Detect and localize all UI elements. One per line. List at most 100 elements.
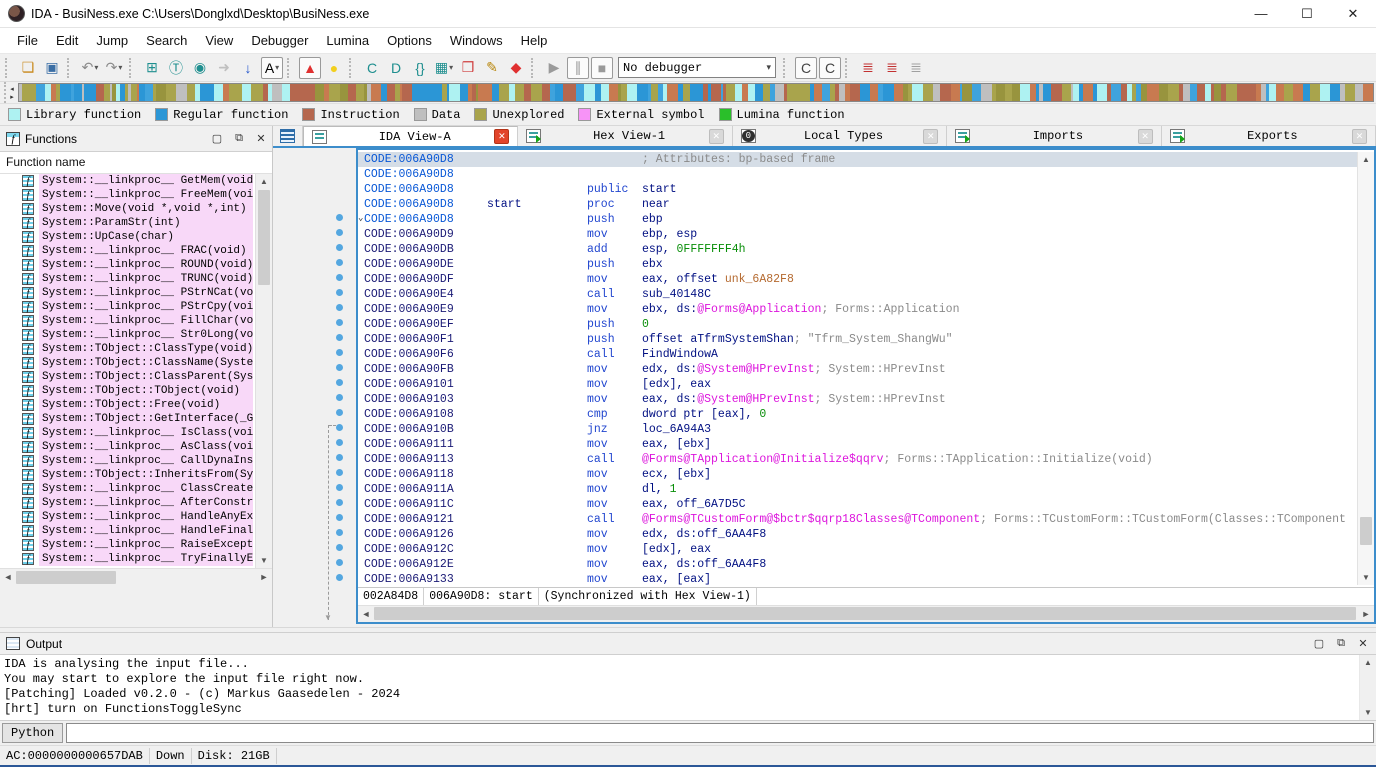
scroll-right-icon[interactable]: ► bbox=[256, 572, 272, 582]
toolbar-grip[interactable] bbox=[783, 58, 789, 78]
disasm-line[interactable]: CODE:006A90DEpushebx bbox=[358, 257, 1374, 272]
disasm-line[interactable]: ⌄CODE:006A90D8pushebp bbox=[358, 212, 1374, 227]
function-list-item[interactable]: fSystem::__linkproc__ FRAC(void) bbox=[0, 244, 272, 258]
tab-close-icon[interactable]: ✕ bbox=[494, 129, 509, 144]
instruction-dot[interactable] bbox=[336, 544, 343, 551]
menu-lumina[interactable]: Lumina bbox=[317, 29, 378, 52]
maximize-button[interactable]: ☐ bbox=[1284, 0, 1330, 27]
instruction-dot[interactable] bbox=[336, 454, 343, 461]
toolbar-grip[interactable] bbox=[67, 58, 73, 78]
function-list-item[interactable]: fSystem::__linkproc__ HandleAnyExcep bbox=[0, 510, 272, 524]
instruction-dot[interactable] bbox=[336, 439, 343, 446]
tab-close-icon[interactable]: ✕ bbox=[1352, 129, 1367, 144]
toolbar-grip[interactable] bbox=[5, 58, 11, 78]
function-list-item[interactable]: fSystem::TObject::ClassParent(System bbox=[0, 370, 272, 384]
close-button[interactable]: ✕ bbox=[1330, 0, 1376, 27]
text-format-button[interactable]: A▾ bbox=[261, 57, 283, 79]
scroll-left-icon[interactable]: ◄ bbox=[358, 609, 374, 619]
disasm-line[interactable]: CODE:006A90F6callFindWindowA bbox=[358, 347, 1374, 362]
instruction-dot[interactable] bbox=[336, 244, 343, 251]
function-list-item[interactable]: fSystem::UpCase(char) bbox=[0, 230, 272, 244]
functions-float-icon[interactable]: ⧉ bbox=[232, 132, 246, 145]
toolbar-grip[interactable] bbox=[531, 58, 537, 78]
functions-horizontal-scrollbar[interactable]: ◄ ► bbox=[0, 568, 272, 585]
disasm-line[interactable]: CODE:006A90D8startprocnear bbox=[358, 197, 1374, 212]
instruction-dot[interactable] bbox=[336, 349, 343, 356]
views-list-button[interactable] bbox=[273, 126, 303, 146]
disassembly-horizontal-scrollbar[interactable]: ◄ ► bbox=[358, 605, 1374, 622]
scroll-up-icon[interactable]: ▲ bbox=[1358, 152, 1374, 167]
tab-hex-view-1[interactable]: Hex View-1✕ bbox=[518, 126, 732, 146]
edit-pencil-icon[interactable]: ✎ bbox=[481, 57, 503, 79]
step-into-icon[interactable]: C bbox=[795, 57, 817, 79]
function-list-item[interactable]: fSystem::__linkproc__ PStrNCat(void) bbox=[0, 286, 272, 300]
disasm-line[interactable]: CODE:006A912Cmov[edx], eax bbox=[358, 542, 1374, 557]
instruction-dot[interactable] bbox=[336, 424, 343, 431]
instruction-dot[interactable] bbox=[336, 334, 343, 341]
instruction-dot[interactable] bbox=[336, 559, 343, 566]
function-name-column-header[interactable]: Function name bbox=[0, 152, 272, 174]
scroll-up-icon[interactable]: ▲ bbox=[256, 174, 272, 189]
chevron-down-icon[interactable]: ▾ bbox=[275, 63, 279, 72]
disasm-line[interactable]: CODE:006A911Cmoveax, off_6A7D5C bbox=[358, 497, 1374, 512]
output-float-icon[interactable]: ⧉ bbox=[1334, 637, 1348, 650]
disasm-line[interactable]: CODE:006A90DBaddesp, 0FFFFFFF4h bbox=[358, 242, 1374, 257]
breakpoint-window-icon[interactable]: ▲ bbox=[299, 57, 321, 79]
toolbar-grip[interactable] bbox=[287, 58, 293, 78]
function-list-item[interactable]: fSystem::__linkproc__ RaiseExcept(vo bbox=[0, 538, 272, 552]
function-list-item[interactable]: fSystem::ParamStr(int) bbox=[0, 216, 272, 230]
save-icon[interactable]: ▣ bbox=[41, 57, 63, 79]
disasm-line[interactable]: CODE:006A9108cmpdword ptr [eax], 0 bbox=[358, 407, 1374, 422]
tab-exports[interactable]: Exports✕ bbox=[1162, 126, 1376, 146]
tab-ida-view-a[interactable]: IDA View-A✕ bbox=[303, 126, 518, 146]
instruction-dot[interactable] bbox=[336, 499, 343, 506]
instruction-dot[interactable] bbox=[336, 259, 343, 266]
create-array-icon[interactable]: ▦▾ bbox=[433, 57, 455, 79]
lumina-egg-icon[interactable]: ● bbox=[323, 57, 345, 79]
tab-close-icon[interactable]: ✕ bbox=[709, 129, 724, 144]
disassembly-vertical-scrollbar[interactable]: ▲ ▼ bbox=[1357, 152, 1374, 585]
navband-scroll-arrows[interactable]: ◂ ▸ bbox=[4, 82, 18, 103]
menu-search[interactable]: Search bbox=[137, 29, 196, 52]
toolbar-grip[interactable] bbox=[129, 58, 135, 78]
output-console[interactable]: ▲ ▼ IDA is analysing the input file...Yo… bbox=[0, 655, 1376, 721]
scrollbar-thumb[interactable] bbox=[258, 190, 270, 285]
disasm-line[interactable]: CODE:006A912Emoveax, ds:off_6AA4F8 bbox=[358, 557, 1374, 572]
jump-forward-icon[interactable]: ↷▾ bbox=[103, 57, 125, 79]
function-list-item[interactable]: fSystem::__linkproc__ TryFinallyExit bbox=[0, 552, 272, 566]
function-list-item[interactable]: fSystem::TObject::ClassType(void) bbox=[0, 342, 272, 356]
function-list-item[interactable]: fSystem::TObject::InheritsFrom(Syste bbox=[0, 468, 272, 482]
debug-pause-icon[interactable]: ∥ bbox=[567, 57, 589, 79]
instruction-dot[interactable] bbox=[336, 304, 343, 311]
function-list-item[interactable]: fSystem::__linkproc__ HandleFinally( bbox=[0, 524, 272, 538]
menu-view[interactable]: View bbox=[196, 29, 242, 52]
instruction-dot[interactable] bbox=[336, 514, 343, 521]
disasm-line[interactable]: CODE:006A90E4callsub_40148C bbox=[358, 287, 1374, 302]
instruction-dot[interactable] bbox=[336, 529, 343, 536]
disasm-line[interactable]: CODE:006A90D8 bbox=[358, 167, 1374, 182]
scroll-up-icon[interactable]: ▲ bbox=[1360, 655, 1376, 670]
menu-debugger[interactable]: Debugger bbox=[242, 29, 317, 52]
output-close-icon[interactable]: ✕ bbox=[1356, 637, 1370, 650]
jump-back-icon[interactable]: ↶▾ bbox=[79, 57, 101, 79]
patch-bytes-icon[interactable]: ❒ bbox=[457, 57, 479, 79]
menu-file[interactable]: File bbox=[8, 29, 47, 52]
functions-panel-header[interactable]: f Functions ▢ ⧉ ✕ bbox=[0, 126, 272, 152]
breakpoint-list-icon[interactable]: ≣ bbox=[857, 57, 879, 79]
disasm-line[interactable]: CODE:006A90D8publicstart bbox=[358, 182, 1374, 197]
disasm-line[interactable]: CODE:006A9113call@Forms@TApplication@Ini… bbox=[358, 452, 1374, 467]
create-data-icon[interactable]: D bbox=[385, 57, 407, 79]
minimize-button[interactable]: — bbox=[1238, 0, 1284, 27]
debug-stop-icon[interactable]: ■ bbox=[591, 57, 613, 79]
disasm-line[interactable]: CODE:006A9121call@Forms@TCustomForm@$bct… bbox=[358, 512, 1374, 527]
function-list-item[interactable]: fSystem::__linkproc__ Str0Long(void) bbox=[0, 328, 272, 342]
disasm-line[interactable]: CODE:006A911Amovdl, 1 bbox=[358, 482, 1374, 497]
functions-maximize-icon[interactable]: ▢ bbox=[210, 132, 224, 145]
instruction-dot[interactable] bbox=[336, 469, 343, 476]
function-list-item[interactable]: fSystem::TObject::Free(void) bbox=[0, 398, 272, 412]
function-list-item[interactable]: fSystem::__linkproc__ CallDynaInst(v bbox=[0, 454, 272, 468]
function-list-item[interactable]: fSystem::__linkproc__ TRUNC(void) bbox=[0, 272, 272, 286]
disasm-line[interactable]: CODE:006A90D9movebp, esp bbox=[358, 227, 1374, 242]
debugger-select[interactable]: No debugger▾ bbox=[618, 57, 776, 78]
disasm-line[interactable]: CODE:006A9101mov[edx], eax bbox=[358, 377, 1374, 392]
